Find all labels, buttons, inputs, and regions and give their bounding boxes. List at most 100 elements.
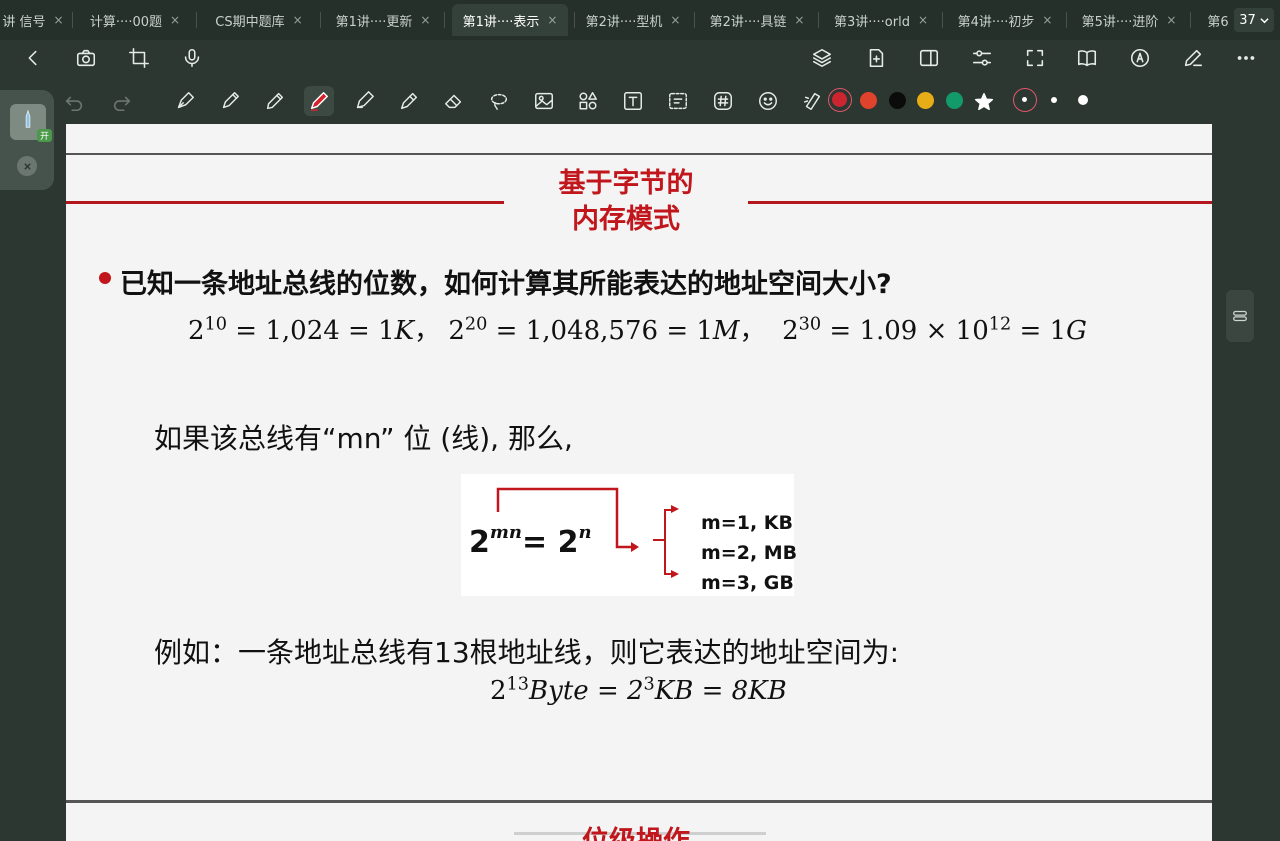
tab-7[interactable]: 第3讲····orld ×	[826, 4, 936, 36]
pencil-icon[interactable]	[260, 86, 290, 116]
color-swatch-0[interactable]	[860, 92, 877, 109]
side-handle[interactable]	[1226, 290, 1254, 342]
stroke-size-small-button[interactable]	[1051, 97, 1057, 103]
shapes-icon[interactable]	[573, 86, 603, 116]
tab-label: 计算····00题	[89, 14, 162, 30]
back-icon[interactable]	[19, 44, 47, 72]
tab-2[interactable]: CS期中题库 ×	[204, 4, 314, 36]
slide-page: 基于字节的 内存模式 已知一条地址总线的位数，如何计算其所能表达的地址空间大小?…	[66, 124, 1212, 841]
tab-divider	[818, 12, 819, 28]
tab-9[interactable]: 第5讲····进阶 ×	[1074, 4, 1184, 36]
tab-close-icon[interactable]: ×	[170, 13, 180, 27]
tab-0[interactable]: 讲 信号 ×	[0, 4, 66, 36]
tab-close-icon[interactable]: ×	[1042, 13, 1052, 27]
more-icon[interactable]	[1232, 44, 1260, 72]
tab-label: 第2讲····具链	[709, 14, 787, 30]
side-panel: 开	[0, 90, 54, 190]
hashtag-icon[interactable]	[708, 86, 738, 116]
color-swatch-2[interactable]	[917, 92, 934, 109]
tab-10[interactable]: 第6	[1198, 4, 1238, 36]
tab-close-icon[interactable]: ×	[420, 13, 430, 27]
tab-label: 第6	[1207, 14, 1229, 30]
tab-divider	[942, 12, 943, 28]
tab-label: 第2讲····型机	[585, 14, 663, 30]
layers-icon[interactable]	[808, 44, 836, 72]
tab-close-icon[interactable]: ×	[54, 13, 64, 27]
pen-preview-button[interactable]: 开	[10, 104, 52, 142]
tab-divider	[72, 12, 73, 28]
sticker-icon[interactable]	[753, 86, 783, 116]
tab-label: 第3讲····orld	[833, 14, 910, 30]
stroke-size-medium-button[interactable]	[1078, 95, 1088, 105]
tab-1[interactable]: 计算····00题 ×	[80, 4, 190, 36]
tab-6[interactable]: 第2讲····具链 ×	[702, 4, 812, 36]
stroke-size-large-button[interactable]	[1013, 88, 1037, 112]
bullet-dot	[99, 272, 111, 284]
highlighter-icon[interactable]	[349, 86, 379, 116]
tab-close-icon[interactable]: ×	[293, 13, 303, 27]
example-equation: 213Byte = 23KB = 8KB	[490, 674, 787, 706]
tab-close-icon[interactable]: ×	[670, 13, 680, 27]
text-box-icon[interactable]	[618, 86, 648, 116]
ballpoint-pen-icon[interactable]	[215, 86, 245, 116]
undo-icon[interactable]	[60, 88, 88, 116]
slide-title: 基于字节的 内存模式	[506, 166, 746, 238]
tab-bar: 讲 信号 × 计算····00题 × CS期中题库 × 第1讲····更新 × 第1讲····表…	[0, 0, 1280, 40]
tab-count-label: 37	[1239, 12, 1256, 28]
star-icon[interactable]	[970, 88, 998, 116]
tab-close-icon[interactable]: ×	[1166, 13, 1176, 27]
laser-pointer-icon[interactable]	[797, 86, 827, 116]
case-mb: m=2, MB	[701, 542, 798, 564]
book-icon[interactable]	[1073, 44, 1101, 72]
pen-circle-icon[interactable]	[1126, 44, 1154, 72]
chevron-down-icon	[1260, 17, 1269, 23]
tab-close-icon[interactable]: ×	[918, 13, 928, 27]
close-icon[interactable]	[17, 156, 37, 176]
tab-divider	[574, 12, 575, 28]
tab-8[interactable]: 第4讲····初步 ×	[950, 4, 1060, 36]
edit-icon[interactable]	[1179, 44, 1207, 72]
panel-icon[interactable]	[915, 44, 943, 72]
redo-icon[interactable]	[108, 88, 136, 116]
tab-5[interactable]: 第2讲····型机 ×	[578, 4, 688, 36]
tab-close-icon[interactable]: ×	[547, 13, 557, 27]
tab-divider	[1066, 12, 1067, 28]
selected-color-swatch	[832, 92, 847, 107]
microphone-icon[interactable]	[178, 44, 206, 72]
tab-divider	[694, 12, 695, 28]
bullet-question: 已知一条地址总线的位数，如何计算其所能表达的地址空间大小?	[120, 269, 892, 300]
handle-icon	[1233, 310, 1247, 322]
diagram-cases: m=1, KB m=2, MB m=3, GB	[701, 508, 797, 598]
tab-divider	[196, 12, 197, 28]
crop-icon[interactable]	[125, 44, 153, 72]
select-icon[interactable]	[663, 86, 693, 116]
title-rule-left	[66, 201, 504, 204]
color-swatch-3[interactable]	[946, 92, 963, 109]
tab-label: 第1讲····表示	[462, 14, 540, 30]
selected-color-ring[interactable]	[828, 88, 852, 112]
tab-4[interactable]: 第1讲····表示 ×	[452, 4, 568, 36]
camera-icon[interactable]	[72, 44, 100, 72]
page-separator	[66, 800, 1212, 803]
case-kb: m=1, KB	[701, 512, 793, 534]
marker-icon[interactable]	[394, 86, 424, 116]
slide-title-line1: 基于字节的	[558, 168, 694, 199]
tab-label: 讲 信号	[2, 14, 46, 30]
tab-close-icon[interactable]: ×	[794, 13, 804, 27]
eraser-icon[interactable]	[439, 86, 469, 116]
tab-count-button[interactable]: 37	[1234, 8, 1274, 32]
brush-icon[interactable]	[304, 86, 334, 116]
fountain-pen-icon[interactable]	[170, 86, 200, 116]
diagram-formula: 2mn= 2n	[469, 522, 592, 560]
fullscreen-icon[interactable]	[1021, 44, 1049, 72]
tab-divider	[320, 12, 321, 28]
image-icon[interactable]	[529, 86, 559, 116]
tab-divider	[1190, 12, 1191, 28]
color-swatch-1[interactable]	[889, 92, 906, 109]
settings-sliders-icon[interactable]	[968, 44, 996, 72]
add-page-icon[interactable]	[862, 44, 890, 72]
example-text: 例如：一条地址总线有13根地址线，则它表达的地址空间为:	[154, 636, 900, 669]
lasso-icon[interactable]	[484, 86, 514, 116]
formula-diagram: 2mn= 2n m=1, KB m=2, MB m=3, GB	[461, 474, 797, 598]
tab-3[interactable]: 第1讲····更新 ×	[328, 4, 438, 36]
